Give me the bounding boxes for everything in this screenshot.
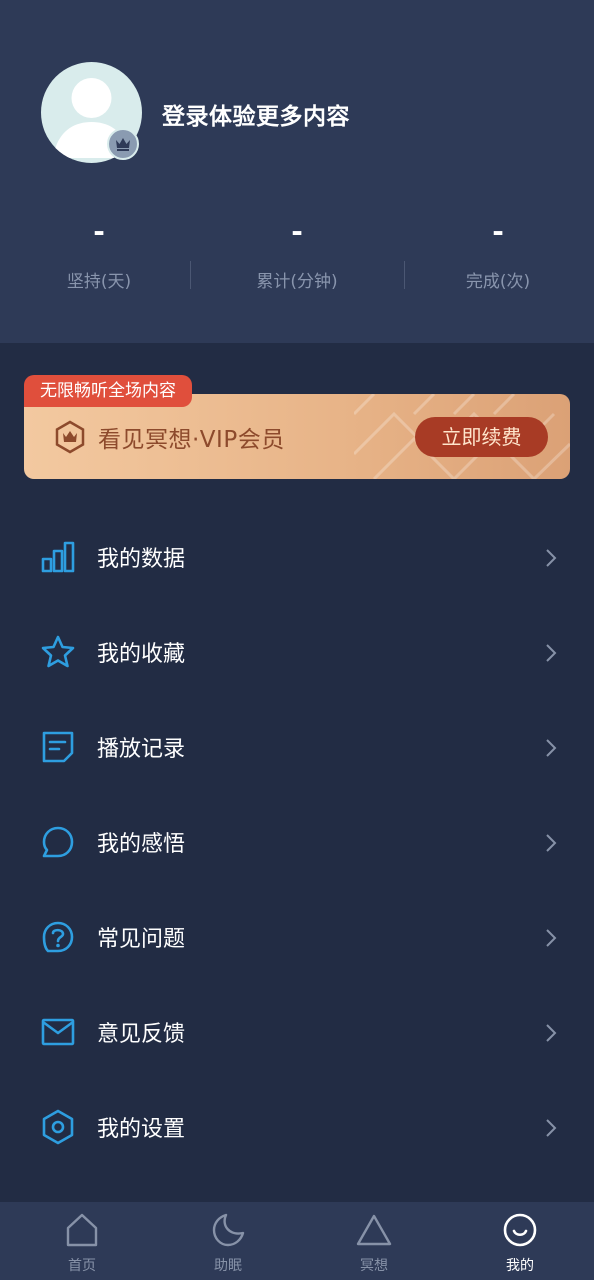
menu-item-reflections[interactable]: 我的感悟 [0,802,594,882]
stat-minutes-label: 累计(分钟) [256,272,338,292]
chat-bubble-icon [42,826,74,858]
bar-chart-icon [41,541,75,573]
home-icon [66,1213,98,1247]
menu-item-feedback[interactable]: 意见反馈 [0,992,594,1072]
tab-meditation[interactable]: 冥想 [300,1202,448,1280]
menu-label: 我的设置 [97,1117,186,1142]
tab-sleep[interactable]: 助眠 [154,1202,302,1280]
tab-label: 首页 [68,1258,96,1274]
crown-badge-icon [107,128,139,160]
hexagon-settings-icon [42,1109,74,1145]
chevron-right-icon [546,644,557,662]
triangle-icon [356,1214,392,1246]
tab-label: 助眠 [214,1258,242,1274]
menu-label: 常见问题 [97,927,186,952]
tab-home[interactable]: 首页 [8,1202,156,1280]
menu-label: 我的感悟 [97,832,186,857]
login-prompt[interactable]: 登录体验更多内容 [162,97,350,131]
menu-label: 意见反馈 [97,1022,186,1047]
moon-icon [212,1213,245,1247]
stat-days-label: 坚持(天) [66,272,132,292]
stat-completed: - 完成(次) [399,215,594,292]
smile-icon [503,1213,537,1247]
chevron-right-icon [546,549,557,567]
tab-label: 冥想 [360,1258,388,1274]
stat-completed-label: 完成(次) [465,272,531,292]
stat-completed-value: - [492,215,504,248]
vip-tag: 无限畅听全场内容 [24,375,192,407]
stat-minutes: - 累计(分钟) [198,215,396,292]
question-icon [42,921,74,953]
chevron-right-icon [546,929,557,947]
menu-item-my-data[interactable]: 我的数据 [0,517,594,597]
stat-minutes-value: - [291,215,303,248]
menu-item-play-history[interactable]: 播放记录 [0,707,594,787]
renew-button[interactable]: 立即续费 [415,417,548,457]
vip-title: 看见冥想·VIP会员 [98,427,285,453]
note-icon [42,731,74,763]
star-icon [41,635,75,668]
menu-label: 我的收藏 [97,642,186,667]
mail-icon [41,1018,75,1046]
stat-divider [190,261,191,289]
tab-mine[interactable]: 我的 [446,1202,594,1280]
menu-label: 我的数据 [97,547,186,572]
chevron-right-icon [546,739,557,757]
chevron-right-icon [546,1024,557,1042]
menu-item-settings[interactable]: 我的设置 [0,1087,594,1167]
menu-item-favorites[interactable]: 我的收藏 [0,612,594,692]
chevron-right-icon [546,834,557,852]
tab-label: 我的 [506,1258,534,1274]
chevron-right-icon [546,1119,557,1137]
vip-crown-icon [55,420,85,454]
stat-days-value: - [93,215,105,248]
menu-label: 播放记录 [97,737,186,762]
stat-days: - 坚持(天) [0,215,198,292]
bottom-tab-bar: 首页 助眠 冥想 我的 [0,1202,594,1280]
menu-item-faq[interactable]: 常见问题 [0,897,594,977]
